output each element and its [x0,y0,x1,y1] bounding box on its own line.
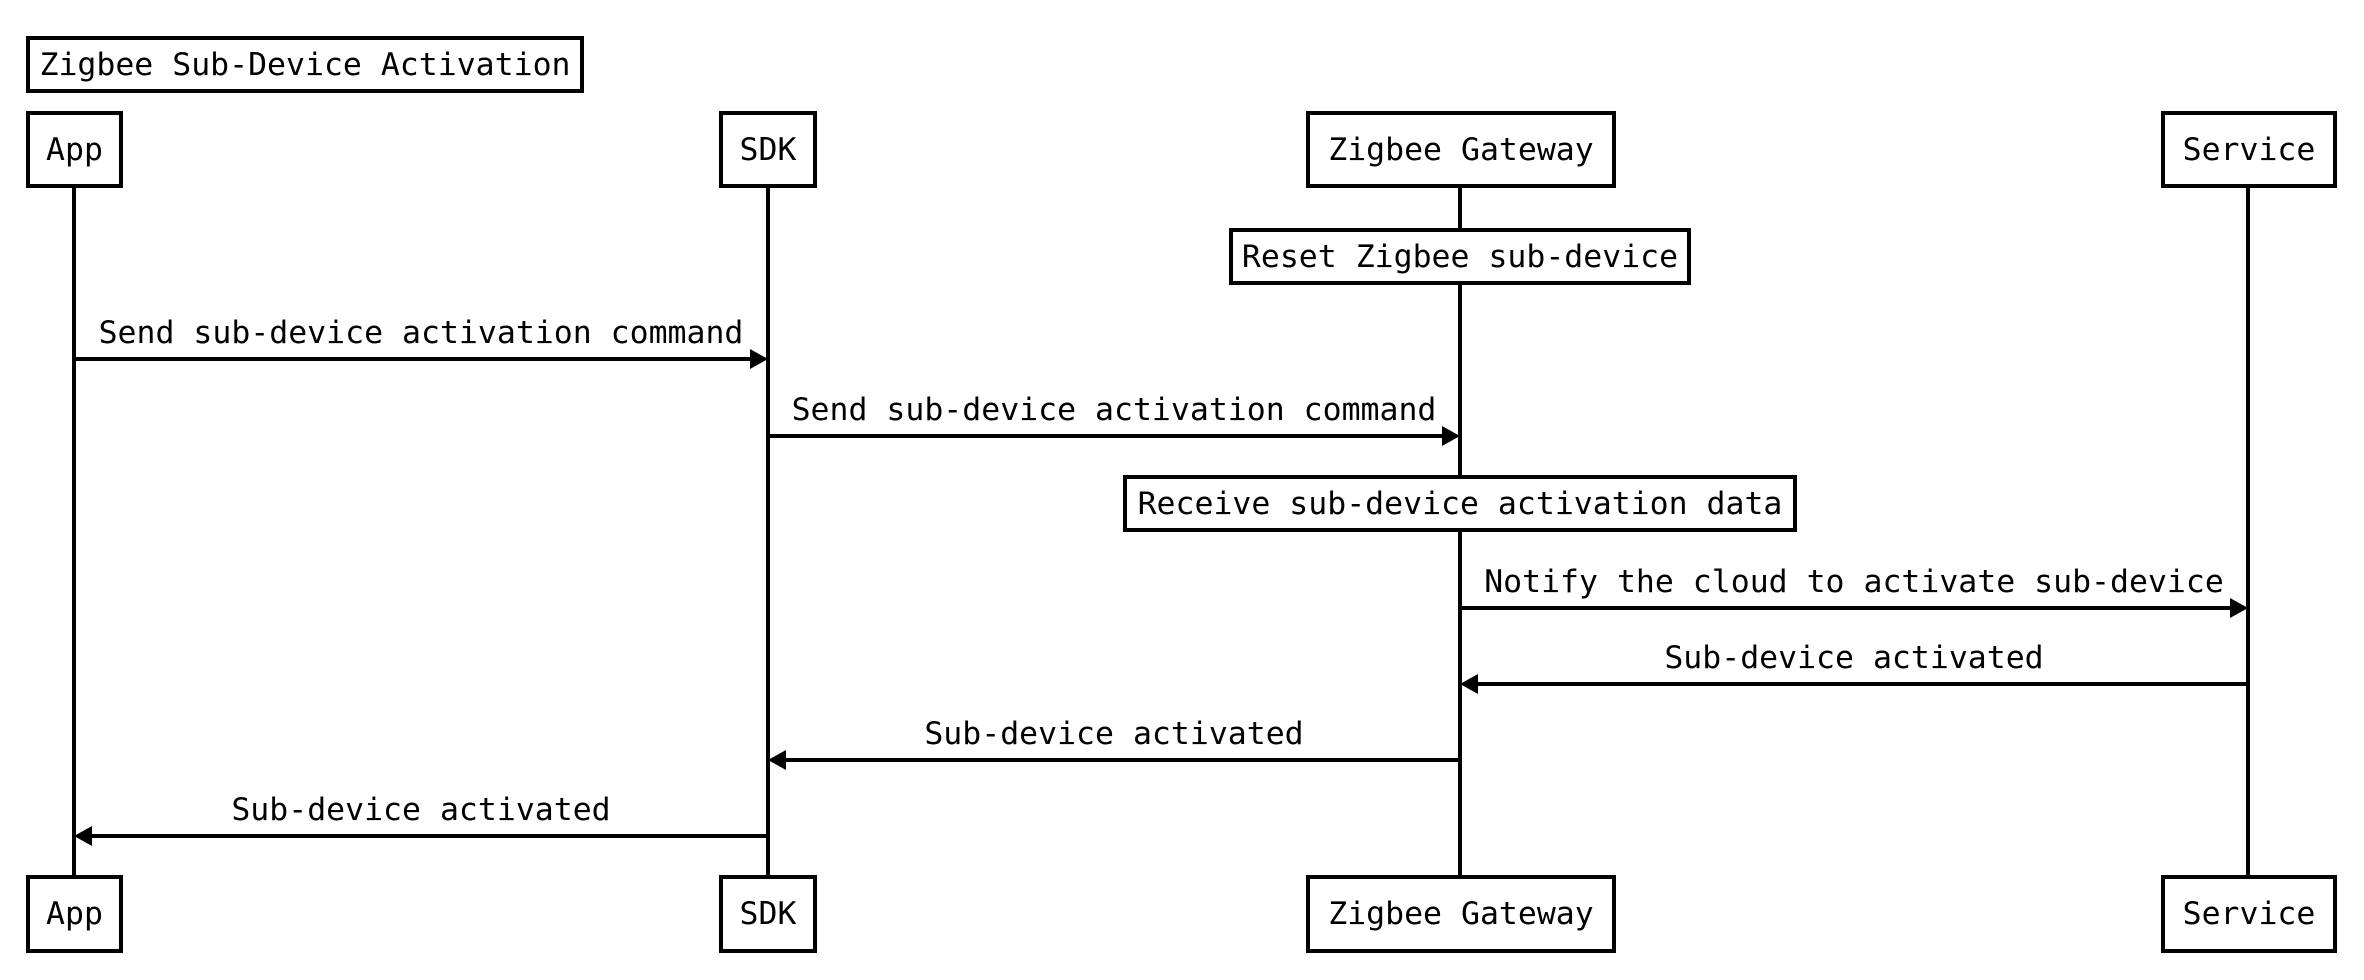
note-receive-activation-data: Receive sub-device activation data [1123,475,1797,532]
diagram-title: Zigbee Sub-Device Activation [26,36,584,93]
participant-app-bottom: App [26,875,123,953]
arrow-gateway-to-service [1460,598,2248,618]
arrow-app-to-sdk [74,349,768,369]
message-label-gateway-to-service: Notify the cloud to activate sub-device [1484,564,2224,600]
message-label-gateway-to-sdk: Sub-device activated [924,716,1304,752]
note-reset-sub-device: Reset Zigbee sub-device [1229,228,1691,285]
arrow-sdk-to-app [74,826,768,846]
participant-sdk-bottom: SDK [719,875,817,953]
arrow-gateway-to-sdk [768,750,1460,770]
arrow-sdk-to-gateway [768,426,1460,446]
participant-service-top: Service [2161,111,2337,188]
participant-app-top: App [26,111,123,188]
participant-sdk-top: SDK [719,111,817,188]
arrow-service-to-gateway [1460,674,2248,694]
participant-gateway-top: Zigbee Gateway [1306,111,1616,188]
message-label-app-to-sdk: Send sub-device activation command [98,315,744,351]
message-label-service-to-gateway: Sub-device activated [1664,640,2044,676]
message-label-sdk-to-app: Sub-device activated [231,792,611,828]
participant-gateway-bottom: Zigbee Gateway [1306,875,1616,953]
participant-service-bottom: Service [2161,875,2337,953]
message-label-sdk-to-gateway: Send sub-device activation command [791,392,1437,428]
